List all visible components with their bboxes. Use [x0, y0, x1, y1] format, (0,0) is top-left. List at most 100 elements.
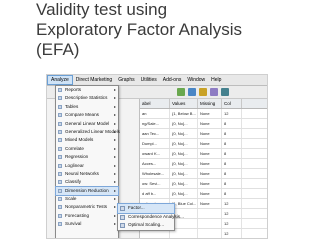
cell-missing[interactable]: None [198, 109, 222, 118]
menu-item-loglinear[interactable]: Loglinear ▸ [56, 162, 118, 170]
cell-label[interactable]: d aff b... [140, 189, 170, 198]
menu-item-icon [58, 113, 62, 118]
cell-label[interactable]: Wholesale... [140, 169, 170, 178]
submenu-item-label: Correspondence Analysis... [128, 213, 184, 219]
menu-item-dimension-reduction[interactable]: Dimension Reduction ▸ [55, 185, 119, 197]
slide-title: Validity test using Exploratory Factor A… [36, 0, 316, 60]
cell-label[interactable]: ng/Sale... [140, 119, 170, 128]
cell-label[interactable]: an [140, 109, 170, 118]
cell-values[interactable]: {0, No}... [170, 129, 198, 138]
submenu-item-label: Factor... [128, 205, 145, 210]
menu-item-label: Descriptive Statistics [65, 95, 108, 101]
menu-item-generalized-linear-models[interactable]: Generalized Linear Models ▸ [56, 128, 120, 136]
menu-item-label: Scale [65, 196, 77, 202]
cell-label[interactable]: ow: Sevi... [140, 179, 170, 188]
menu-item-compare-means[interactable]: Compare Means ▸ [56, 111, 118, 119]
cell-missing[interactable]: None [198, 119, 222, 128]
chevron-right-icon: ▸ [113, 137, 116, 143]
menu-graphs[interactable]: Graphs [115, 75, 137, 85]
split-file-icon[interactable] [199, 88, 207, 96]
submenu-item-factor[interactable]: Factor... [117, 203, 175, 214]
cell-values[interactable]: {0, No}... [170, 189, 198, 198]
cell-values[interactable]: {0, No}... [170, 169, 198, 178]
cell-columns[interactable]: 12 [222, 199, 242, 208]
cell-columns[interactable]: 8 [222, 179, 242, 188]
cell-columns[interactable]: 8 [222, 169, 242, 178]
cell-values[interactable]: {0, No}... [170, 179, 198, 188]
select-cases-icon[interactable] [221, 88, 229, 96]
cell-missing[interactable] [198, 229, 222, 238]
menu-utilities[interactable]: Utilities [138, 75, 160, 85]
menu-item-survival[interactable]: Survival ▸ [56, 220, 118, 228]
menu-item-label: Generalized Linear Models [65, 128, 120, 134]
cell-label[interactable]: Acces... [140, 159, 170, 168]
menu-item-general-linear-model[interactable]: General Linear Model ▸ [56, 120, 118, 128]
cell-missing[interactable]: None [198, 159, 222, 168]
cell-values[interactable]: {0, No}... [170, 139, 198, 148]
cell-missing[interactable]: None [198, 129, 222, 138]
menu-help[interactable]: Help [208, 75, 224, 85]
cell-values[interactable]: {0, No}... [170, 119, 198, 128]
chevron-right-icon: ▸ [113, 170, 116, 176]
menu-item-icon [58, 96, 62, 101]
cell-values[interactable]: {0, No}... [170, 159, 198, 168]
menu-item-descriptive-statistics[interactable]: Descriptive Statistics ▸ [56, 94, 118, 102]
cell-label[interactable]: aan Tec... [140, 129, 170, 138]
menu-item-icon [58, 121, 62, 126]
submenu-item-optimal-scaling[interactable]: Optimal Scaling... [118, 221, 174, 230]
cell-missing[interactable]: None [198, 139, 222, 148]
cell-columns[interactable]: 8 [222, 149, 242, 158]
menu-item-tables[interactable]: Tables ▸ [56, 103, 118, 111]
cell-missing[interactable]: None [198, 169, 222, 178]
weight-cases-icon[interactable] [210, 88, 218, 96]
submenu-item-correspondence-analysis[interactable]: Correspondence Analysis... [118, 213, 184, 222]
column-header-columns[interactable]: Col [222, 99, 242, 108]
column-header-missing[interactable]: Missing [198, 99, 222, 108]
submenu-item-icon [120, 223, 125, 229]
column-header-label[interactable]: abel [140, 99, 170, 108]
cell-columns[interactable]: 8 [222, 119, 242, 128]
menu-item-icon [58, 213, 62, 218]
grid-header: abel Values Missing Col [140, 99, 267, 109]
menu-item-regression[interactable]: Regression ▸ [56, 153, 118, 161]
cell-missing[interactable] [198, 209, 222, 218]
menu-add-ons[interactable]: Add-ons [160, 75, 185, 85]
cell-columns[interactable]: 12 [222, 219, 242, 228]
chevron-right-icon: ▸ [113, 179, 116, 185]
cell-missing[interactable] [198, 219, 222, 228]
cell-columns[interactable]: 8 [222, 189, 242, 198]
cell-label[interactable]: Dumpl... [140, 139, 170, 148]
cell-columns[interactable]: 12 [222, 109, 242, 118]
column-header-values[interactable]: Values [170, 99, 198, 108]
cell-missing[interactable]: None [198, 149, 222, 158]
chevron-right-icon: ▸ [113, 196, 116, 202]
menu-item-icon [58, 146, 62, 151]
table-row: ow: Sevi... {0, No}... None 8 [140, 179, 267, 189]
menu-item-icon [58, 180, 62, 185]
menu-item-scale[interactable]: Scale ▸ [56, 195, 118, 203]
cell-columns[interactable]: 12 [222, 229, 242, 238]
cell-columns[interactable]: 8 [222, 159, 242, 168]
menu-window[interactable]: Window [184, 75, 208, 85]
menu-item-nonparametric-tests[interactable]: Nonparametric Tests ▸ [56, 203, 118, 211]
cell-label[interactable]: oward K... [140, 149, 170, 158]
menu-item-neural-networks[interactable]: Neural Networks ▸ [56, 170, 118, 178]
chevron-right-icon: ▸ [113, 112, 116, 118]
menu-item-mixed-models[interactable]: Mixed Models ▸ [56, 136, 118, 144]
menu-item-classify[interactable]: Classify ▸ [56, 178, 118, 186]
insert-cases-icon[interactable] [177, 88, 185, 96]
insert-variable-icon[interactable] [188, 88, 196, 96]
menu-direct-marketing[interactable]: Direct Marketing [73, 75, 115, 85]
cell-missing[interactable]: None [198, 199, 222, 208]
cell-columns[interactable]: 12 [222, 209, 242, 218]
cell-columns[interactable]: 8 [222, 139, 242, 148]
menu-item-forecasting[interactable]: Forecasting ▸ [56, 212, 118, 220]
cell-values[interactable]: {1, Below B... [170, 109, 198, 118]
menu-analyze[interactable]: Analyze [47, 75, 73, 85]
cell-values[interactable]: {0, No}... [170, 149, 198, 158]
cell-missing[interactable]: None [198, 189, 222, 198]
menu-item-correlate[interactable]: Correlate ▸ [56, 145, 118, 153]
cell-missing[interactable]: None [198, 179, 222, 188]
menu-item-reports[interactable]: Reports ▸ [56, 86, 118, 94]
cell-columns[interactable]: 8 [222, 129, 242, 138]
